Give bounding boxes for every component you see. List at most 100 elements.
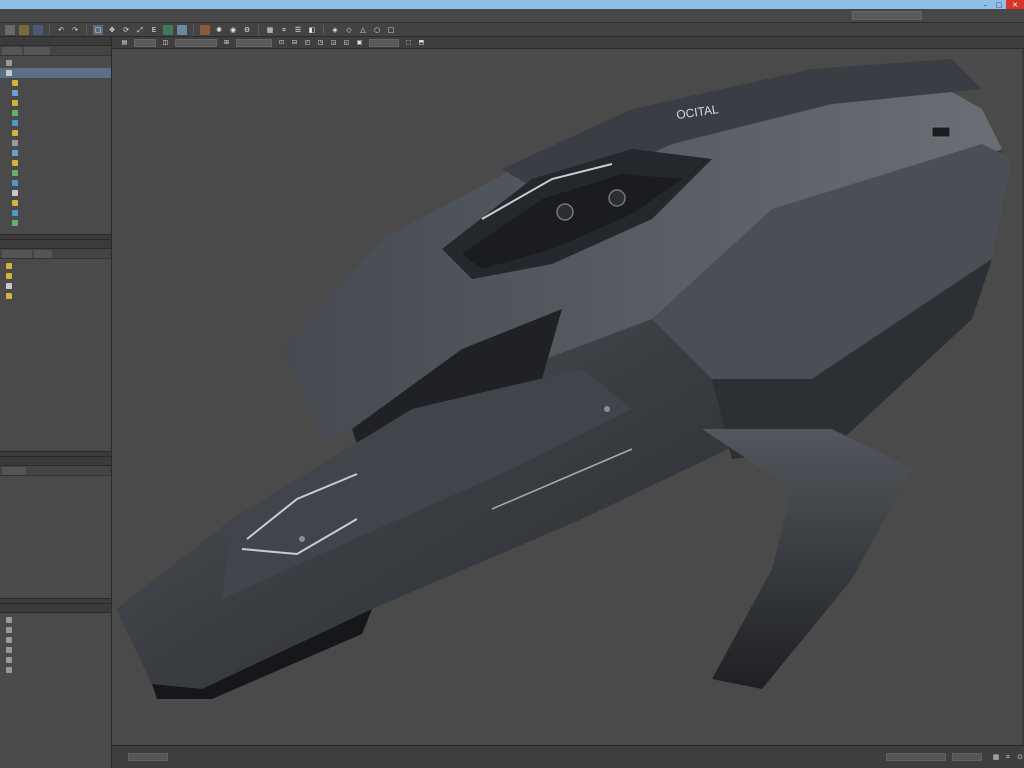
menu-item-13[interactable] <box>348 10 376 22</box>
layer-row[interactable] <box>0 271 111 281</box>
sub-tool-icon[interactable]: ▤ <box>120 38 129 47</box>
sub-tool-icon[interactable]: ⊡ <box>277 38 286 47</box>
scale-icon[interactable]: ⤢ <box>135 25 145 35</box>
menu-item-7[interactable] <box>172 10 202 22</box>
menu-item-16[interactable] <box>958 10 988 22</box>
menu-item-2[interactable] <box>30 10 52 22</box>
open-icon[interactable] <box>19 24 29 35</box>
minimize-button[interactable]: – <box>978 0 992 9</box>
zoom-dropdown[interactable] <box>369 38 399 47</box>
tree-row[interactable] <box>0 168 111 178</box>
lock-icon[interactable]: ⊙ <box>1016 753 1024 761</box>
material-icon[interactable] <box>200 24 210 35</box>
grid-icon[interactable]: ▦ <box>265 25 275 35</box>
list-item[interactable] <box>0 625 111 635</box>
menu-item-11[interactable] <box>292 10 316 22</box>
sub-tool-icon[interactable]: ⊟ <box>290 38 299 47</box>
menu-item-12[interactable] <box>316 10 348 22</box>
sub-tool-icon[interactable]: ◲ <box>329 38 338 47</box>
render-icon[interactable] <box>177 24 187 35</box>
menu-item-1[interactable] <box>4 10 30 22</box>
menu-item-17[interactable] <box>988 10 1024 22</box>
tool-d-icon[interactable]: ○ <box>372 25 382 35</box>
menu-item-3[interactable] <box>52 10 80 22</box>
menu-search-field[interactable] <box>852 11 922 20</box>
list-item[interactable] <box>0 615 111 625</box>
tree-row[interactable] <box>0 138 111 148</box>
status-field[interactable] <box>128 753 168 761</box>
undo-icon[interactable]: ↶ <box>56 25 66 35</box>
snap-icon[interactable]: ⌗ <box>279 25 289 35</box>
tool-b-icon[interactable]: ◇ <box>344 25 354 35</box>
tree-row[interactable] <box>0 158 111 168</box>
rotate-icon[interactable]: ⟳ <box>121 25 131 35</box>
menu-item-15[interactable] <box>928 10 958 22</box>
tree-row[interactable] <box>0 98 111 108</box>
tree-row[interactable] <box>0 78 111 88</box>
snap-toggle-icon[interactable]: ⌗ <box>1004 753 1012 761</box>
sub-tool-icon[interactable]: ◫ <box>161 38 170 47</box>
shading-dropdown[interactable] <box>236 38 272 47</box>
panel-tab[interactable] <box>34 249 52 258</box>
tree-row[interactable] <box>0 188 111 198</box>
text-icon[interactable]: E <box>149 25 159 35</box>
sub-tool-icon[interactable]: ⬚ <box>404 38 413 47</box>
list-item[interactable] <box>0 665 111 675</box>
tree-row[interactable] <box>0 218 111 228</box>
mode-dropdown[interactable] <box>134 38 156 47</box>
tree-row[interactable] <box>0 148 111 158</box>
list-item[interactable] <box>0 635 111 645</box>
layers-icon[interactable]: ☰ <box>293 25 303 35</box>
status-field[interactable] <box>886 753 946 761</box>
sub-tool-icon[interactable]: ⊞ <box>222 38 231 47</box>
layer-row[interactable] <box>0 281 111 291</box>
layer-row[interactable] <box>0 261 111 271</box>
view-dropdown[interactable] <box>175 38 217 47</box>
tree-row[interactable] <box>0 178 111 188</box>
tree-row[interactable] <box>0 198 111 208</box>
save-icon[interactable] <box>33 24 43 35</box>
sub-tool-icon[interactable]: ⬒ <box>417 38 426 47</box>
redo-icon[interactable]: ↷ <box>70 25 80 35</box>
menu-item-10[interactable] <box>262 10 292 22</box>
list-item[interactable] <box>0 655 111 665</box>
camera-icon[interactable]: ◉ <box>228 25 238 35</box>
menu-item-14[interactable] <box>376 10 406 22</box>
sub-tool-icon[interactable]: ▣ <box>355 38 364 47</box>
new-icon[interactable] <box>5 24 15 35</box>
status-field[interactable] <box>952 753 982 761</box>
tool-e-icon[interactable]: □ <box>386 25 396 35</box>
tree-row[interactable] <box>0 58 111 68</box>
menu-item-5[interactable] <box>110 10 138 22</box>
panel-tab[interactable] <box>24 46 50 55</box>
tool-c-icon[interactable]: △ <box>358 25 368 35</box>
move-icon[interactable]: ✥ <box>107 25 117 35</box>
panel-tab[interactable] <box>2 466 26 475</box>
menu-item-9[interactable] <box>236 10 262 22</box>
tree-row[interactable] <box>0 88 111 98</box>
tree-row[interactable] <box>0 118 111 128</box>
viewport-3d[interactable]: OCITAL <box>112 49 1022 745</box>
tree-row[interactable] <box>0 208 111 218</box>
sub-tool-icon[interactable]: ◳ <box>316 38 325 47</box>
tree-row[interactable] <box>0 68 111 78</box>
view-icon[interactable]: ◧ <box>307 25 317 35</box>
list-item[interactable] <box>0 645 111 655</box>
layer-row[interactable] <box>0 291 111 301</box>
panel-tab[interactable] <box>2 249 32 258</box>
panel-tab[interactable] <box>2 46 22 55</box>
sub-tool-icon[interactable]: ◱ <box>342 38 351 47</box>
maximize-button[interactable]: □ <box>992 0 1006 9</box>
select-icon[interactable]: ▢ <box>93 24 103 35</box>
tree-row[interactable] <box>0 108 111 118</box>
light-icon[interactable]: ✺ <box>214 25 224 35</box>
tool-a-icon[interactable]: ◈ <box>330 25 340 35</box>
menu-item-8[interactable] <box>202 10 236 22</box>
sub-tool-icon[interactable]: ◰ <box>303 38 312 47</box>
menu-item-4[interactable] <box>80 10 110 22</box>
menu-item-6[interactable] <box>138 10 172 22</box>
close-button[interactable]: ✕ <box>1006 0 1024 9</box>
settings-icon[interactable]: ⚙ <box>242 25 252 35</box>
tree-row[interactable] <box>0 128 111 138</box>
grid-toggle-icon[interactable]: ▦ <box>992 753 1000 761</box>
